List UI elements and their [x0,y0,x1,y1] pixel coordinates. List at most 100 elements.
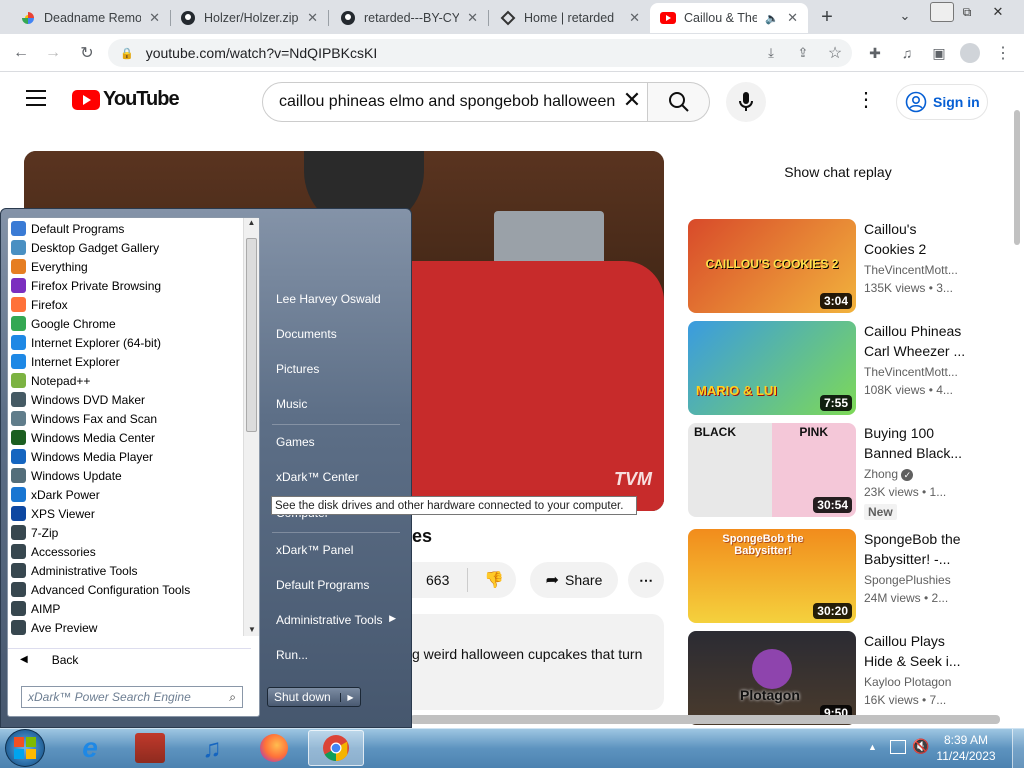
program-item[interactable]: Firefox Private Browsing [8,276,240,295]
reload-icon[interactable]: ↻ [76,43,98,63]
program-item[interactable]: Google Chrome [8,314,240,333]
start-search-input[interactable]: xDark™ Power Search Engine ⌕ [21,686,243,708]
recommendation-title[interactable]: SpongeBob the Babysitter! -... [864,529,968,569]
show-desktop-button[interactable] [1012,729,1024,768]
address-bar[interactable]: 🔒 youtube.com/watch?v=NdQIPBKcsKI [108,39,852,67]
description-box[interactable] [396,614,664,710]
media-control-icon[interactable]: ♫ [896,43,918,63]
start-link-default-programs[interactable]: Default Programs [276,578,369,592]
browser-tab-4[interactable]: Home | retarded ✕ [490,3,650,33]
program-item[interactable]: Internet Explorer (64-bit) [8,333,240,352]
extensions-icon[interactable]: ✚ [864,43,886,63]
speaker-icon[interactable]: 🔈 [765,12,779,25]
video-thumbnail[interactable]: Plotagon 9:50 [688,631,856,725]
scroll-up-icon[interactable]: ▲ [244,218,259,227]
close-tab-icon[interactable]: ✕ [467,10,478,26]
program-item[interactable]: Accessories [8,542,240,561]
program-item[interactable]: Windows DVD Maker [8,390,240,409]
recommendation-item[interactable]: SpongeBob the Babysitter! 30:20 SpongeBo… [688,529,1008,625]
program-item[interactable]: Advanced Configuration Tools [8,580,240,599]
star-icon[interactable]: ☆ [824,43,846,63]
install-icon[interactable]: ⤓ [760,43,782,63]
program-item[interactable]: Windows Update [8,466,240,485]
search-input[interactable]: caillou phineas elmo and spongebob hallo… [262,82,648,122]
start-link-pictures[interactable]: Pictures [276,362,319,376]
start-link-user[interactable]: Lee Harvey Oswald [276,292,381,306]
start-link-xdark-panel[interactable]: xDark™ Panel [276,543,353,557]
recommendation-title[interactable]: Buying 100 Banned Black... [864,423,968,463]
network-icon[interactable] [890,740,906,754]
new-tab-icon[interactable]: + [816,6,838,28]
program-item[interactable]: 7-Zip [8,523,240,542]
side-panel-icon[interactable]: ▣ [928,43,950,63]
channel-name[interactable]: SpongePlushies [864,573,968,587]
video-thumbnail[interactable]: CAILLOU'S COOKIES 2 3:04 [688,219,856,313]
restore-icon[interactable]: ⧉ [956,2,978,22]
channel-name[interactable]: TheVincentMott... [864,263,968,277]
recommendation-title[interactable]: Caillou Phineas Carl Wheezer ... [864,321,968,361]
show-chat-replay-button[interactable]: Show chat replay [672,152,1004,192]
taskbar-music-icon[interactable]: ♫ [184,730,240,766]
taskbar-clock[interactable]: 8:39 AM 11/24/2023 [924,732,1008,764]
tab-search-chevron-icon[interactable]: ⌄ [896,8,914,26]
program-item[interactable]: Notepad++ [8,371,240,390]
program-item[interactable]: Firefox [8,295,240,314]
start-link-music[interactable]: Music [276,397,307,411]
channel-name[interactable]: Zhong ✓ [864,467,968,481]
taskbar-firefox-icon[interactable] [246,730,302,766]
recommendation-item[interactable]: Plotagon 9:50 Caillou Plays Hide & Seek … [688,631,1008,727]
program-item[interactable]: Windows Media Player [8,447,240,466]
program-item[interactable]: AIMP [8,599,240,618]
minimize-button[interactable] [930,2,954,22]
programs-scrollbar[interactable]: ▲ ▼ [243,218,259,636]
shut-down-button[interactable]: Shut down ▶ [267,687,361,707]
close-tab-icon[interactable]: ✕ [149,10,160,26]
voice-search-button[interactable] [726,82,766,122]
close-tab-icon[interactable]: ✕ [307,10,318,26]
start-link-administrative-tools[interactable]: Administrative Tools ▶ [276,613,396,627]
page-horizontal-scrollbar[interactable] [410,715,1000,724]
program-item[interactable]: XPS Viewer [8,504,240,523]
browser-tab-5-active[interactable]: Caillou & The 🔈 ✕ [650,3,808,33]
forward-arrow-icon[interactable]: → [42,43,64,63]
browser-tab-2[interactable]: Holzer/Holzer.zip ✕ [170,3,328,33]
taskbar-chrome-icon[interactable] [308,730,364,766]
shut-down-options-arrow-icon[interactable]: ▶ [340,692,360,702]
recommendation-item[interactable]: CAILLOU'S COOKIES 2 3:04 Caillou's Cooki… [688,219,1008,315]
back-arrow-icon[interactable]: ← [10,43,32,63]
back-button[interactable]: ◀ Back [8,648,251,670]
close-tab-icon[interactable]: ✕ [787,10,798,26]
more-actions-button[interactable]: ⋯ [628,562,664,598]
video-thumbnail[interactable]: MARIO & LUI 7:55 [688,321,856,415]
close-tab-icon[interactable]: ✕ [629,10,640,26]
program-item[interactable]: Windows Fax and Scan [8,409,240,428]
recommendation-title[interactable]: Caillou Plays Hide & Seek i... [864,631,968,671]
share-button[interactable]: ➦ Share [530,562,618,598]
start-link-run[interactable]: Run... [276,648,308,662]
youtube-logo[interactable]: YouTube [72,88,180,111]
clear-search-icon[interactable]: ✕ [620,88,644,112]
recommendation-item[interactable]: BLACK PINK 30:54 Buying 100 Banned Black… [688,423,1008,520]
channel-name[interactable]: Kayloo Plotagon [864,675,968,689]
browser-tab-1[interactable]: Deadname Remo ✕ [10,3,170,33]
video-thumbnail[interactable]: BLACK PINK 30:54 [688,423,856,517]
program-item[interactable]: Administrative Tools [8,561,240,580]
scroll-thumb[interactable] [246,238,257,432]
program-item[interactable]: Desktop Gadget Gallery [8,238,240,257]
menu-kebab-icon[interactable]: ⋮ [992,43,1014,63]
share-icon[interactable]: ⇪ [792,43,814,63]
page-vertical-scrollbar[interactable] [1014,110,1020,245]
taskbar-ie-icon[interactable]: e [62,730,118,766]
recommendation-item[interactable]: MARIO & LUI 7:55 Caillou Phineas Carl Wh… [688,321,1008,417]
program-item[interactable]: Default Programs [8,219,240,238]
program-item[interactable]: Windows Media Center [8,428,240,447]
browser-tab-3[interactable]: retarded---BY-CY ✕ [330,3,488,33]
settings-kebab-icon[interactable]: ⋮ [856,88,876,112]
program-item[interactable]: xDark Power [8,485,240,504]
sign-in-button[interactable]: Sign in [896,84,988,120]
scroll-down-icon[interactable]: ▼ [244,625,260,634]
search-button[interactable] [648,82,710,122]
start-link-documents[interactable]: Documents [276,327,337,341]
start-link-games[interactable]: Games [276,435,315,449]
start-link-xdark-center[interactable]: xDark™ Center [276,470,359,484]
